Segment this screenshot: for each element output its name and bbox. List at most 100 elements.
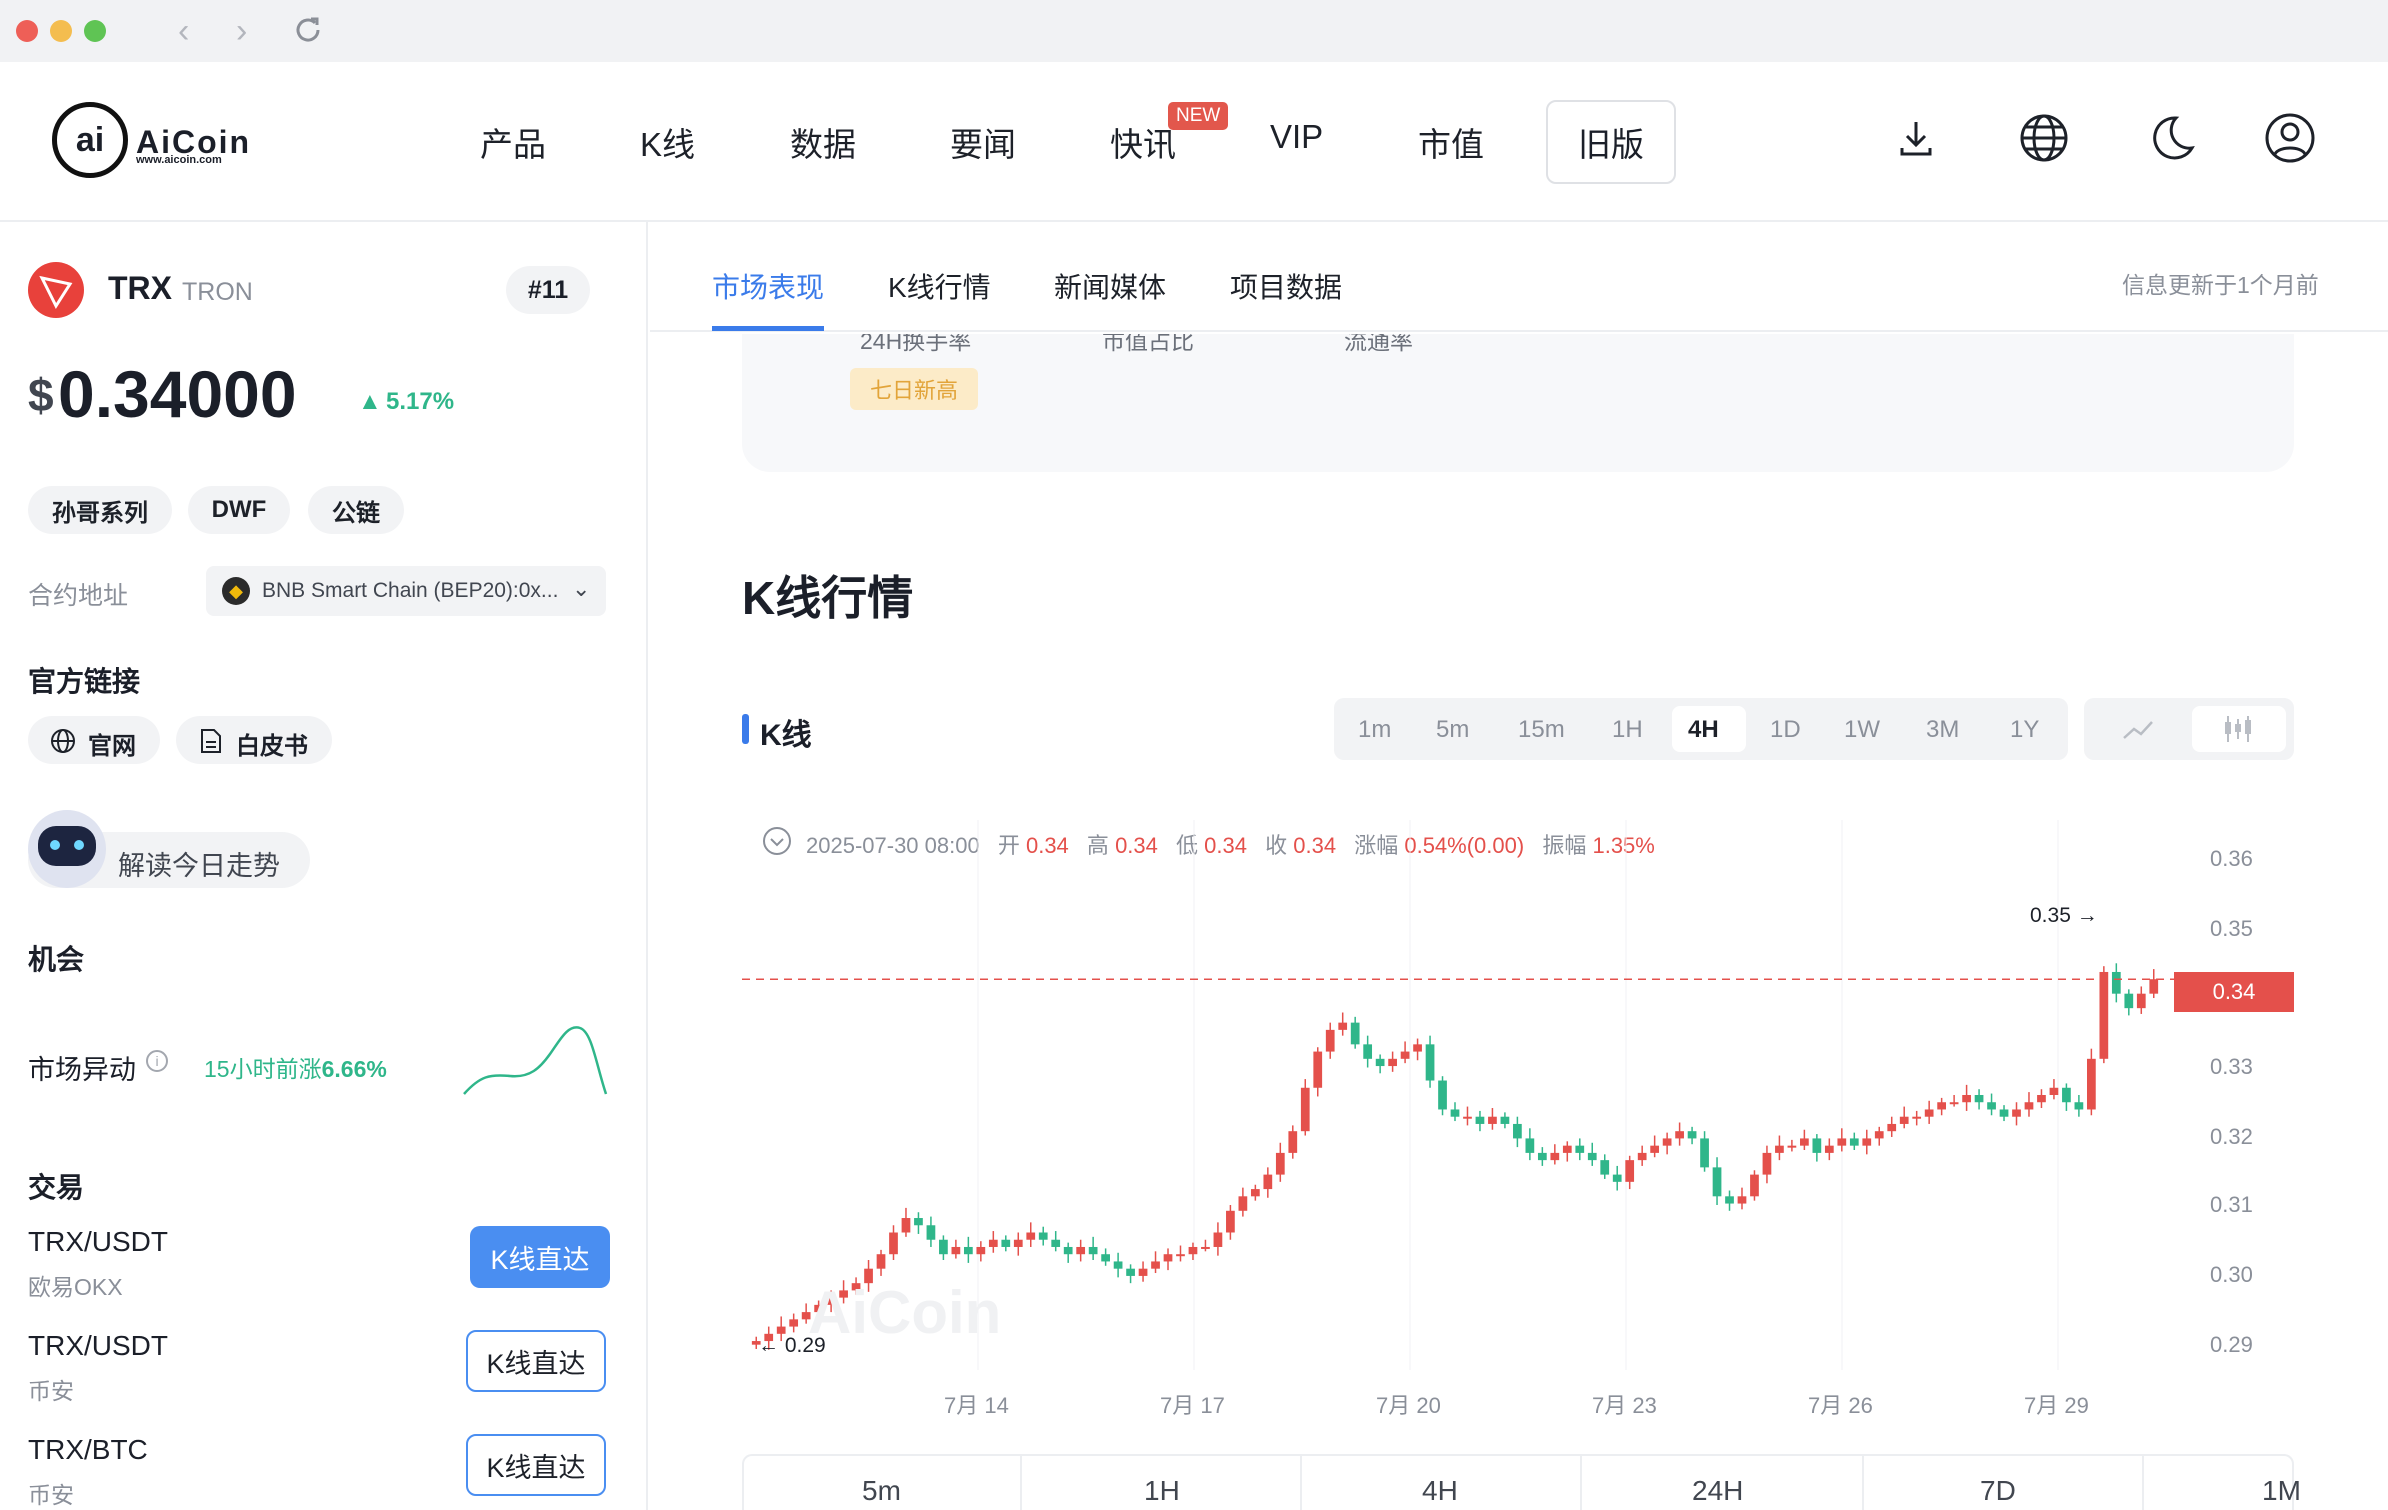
candle-body [1488, 1116, 1497, 1124]
period-24h[interactable]: 24H [1692, 1475, 1743, 1507]
chart-watermark: AiCoin [808, 1279, 1002, 1346]
candle-body [1001, 1239, 1011, 1247]
back-icon[interactable]: ‹ [178, 12, 189, 51]
kline-direct-button-0[interactable]: K线直达 [470, 1226, 610, 1288]
tf-1d[interactable]: 1D [1770, 716, 1801, 744]
tag-dwf[interactable]: DWF [188, 486, 290, 534]
candle-body [1263, 1174, 1273, 1190]
tf-1m[interactable]: 1m [1358, 716, 1391, 744]
info-icon[interactable]: i [146, 1050, 168, 1072]
candle-body [1076, 1246, 1086, 1255]
candle-body [2037, 1095, 2046, 1103]
candle-body [1824, 1145, 1834, 1153]
dark-mode-icon[interactable] [2146, 112, 2198, 164]
trade-exchange-0: 欧易OKX [28, 1274, 123, 1300]
candle-body [1525, 1138, 1535, 1153]
candle-body [1013, 1239, 1023, 1247]
tag-sun-series[interactable]: 孙哥系列 [28, 486, 172, 534]
x-tick-4: 7月 26 [1808, 1393, 1873, 1418]
nav-vip[interactable]: VIP [1270, 118, 1323, 156]
candle-body [1687, 1131, 1697, 1139]
min-price-marker: ← 0.29 [758, 1334, 826, 1357]
candle-body [1700, 1138, 1709, 1168]
nav-flash[interactable]: 快讯 [1110, 118, 1176, 166]
period-1h[interactable]: 1H [1144, 1475, 1180, 1507]
maximize-window-button[interactable] [84, 20, 106, 42]
tf-5m[interactable]: 5m [1436, 716, 1469, 744]
kline-subtitle-bar [742, 714, 749, 744]
close-window-button[interactable] [16, 20, 38, 42]
market-stats-card: 24H换手率 市值占比 流通率 七日新高 [742, 334, 2294, 472]
candle-body [976, 1246, 986, 1255]
trade-exchange-2: 币安 [28, 1482, 74, 1508]
minimize-window-button[interactable] [50, 20, 72, 42]
candle-body [1188, 1246, 1198, 1255]
market-share-label: 市值占比 [1102, 334, 1194, 354]
period-stats-table [742, 1454, 2294, 1510]
trade-title: 交易 [28, 1172, 85, 1203]
nav-products[interactable]: 产品 [480, 118, 546, 166]
candle-body [1275, 1152, 1285, 1175]
user-account-icon[interactable] [2264, 112, 2316, 164]
period-7d[interactable]: 7D [1980, 1475, 2016, 1507]
candle-body [1363, 1044, 1373, 1059]
nav-kline[interactable]: K线 [640, 118, 695, 166]
tf-4h[interactable]: 4H [1688, 716, 1719, 744]
nav-market-cap[interactable]: 市值 [1418, 118, 1484, 166]
document-icon [201, 729, 221, 753]
tf-1w[interactable]: 1W [1844, 716, 1880, 744]
globe-icon[interactable] [2018, 112, 2070, 164]
tf-3m[interactable]: 3M [1926, 716, 1959, 744]
forward-icon[interactable]: › [236, 12, 247, 51]
candle-body [2124, 993, 2134, 1009]
candle-body [776, 1326, 786, 1334]
kline-direct-button-2[interactable]: K线直达 [466, 1434, 606, 1496]
candle-body [1375, 1058, 1385, 1067]
coin-price: 0.34000 [58, 357, 297, 431]
tab-news-media[interactable]: 新闻媒体 [1054, 266, 1166, 306]
tab-project-data[interactable]: 项目数据 [1230, 266, 1342, 306]
tron-coin-icon [28, 262, 84, 318]
x-tick-1: 7月 17 [1160, 1393, 1225, 1418]
tab-market-performance[interactable]: 市场表现 [712, 266, 824, 306]
turnover-label: 24H换手率 [860, 334, 972, 354]
reload-icon[interactable] [292, 14, 324, 46]
candle-body [1862, 1138, 1872, 1146]
kline-direct-button-1[interactable]: K线直达 [466, 1330, 606, 1392]
candle-body [1101, 1254, 1110, 1262]
nav-news[interactable]: 要闻 [950, 118, 1016, 166]
trade-pair-0[interactable]: TRX/USDT [28, 1226, 168, 1258]
tf-1y[interactable]: 1Y [2010, 716, 2039, 744]
trade-pair-1[interactable]: TRX/USDT [28, 1330, 168, 1362]
aicoin-logo-icon[interactable]: ai [52, 102, 128, 178]
price-change: 5.17% [386, 388, 455, 415]
trade-pair-2[interactable]: TRX/BTC [28, 1434, 148, 1466]
candle-body [1550, 1152, 1560, 1161]
line-chart-icon[interactable] [2120, 714, 2156, 744]
candle-body [1912, 1116, 1922, 1119]
official-site-button[interactable]: 官网 [28, 716, 160, 764]
contract-select[interactable]: ◆ BNB Smart Chain (BEP20):0x... ⌄ [206, 566, 606, 616]
tf-1h[interactable]: 1H [1612, 716, 1643, 744]
candle-body [2087, 1058, 2096, 1110]
candle-chart-button[interactable] [2192, 706, 2286, 752]
coin-name: TRON [182, 278, 253, 306]
tag-public-chain[interactable]: 公链 [308, 486, 404, 534]
whitepaper-button[interactable]: 白皮书 [176, 716, 332, 764]
logo-url: www.aicoin.com [136, 154, 222, 166]
period-4h[interactable]: 4H [1422, 1475, 1458, 1507]
old-version-button[interactable]: 旧版 [1546, 100, 1676, 184]
tf-15m[interactable]: 15m [1518, 716, 1565, 744]
candle-body [926, 1225, 936, 1240]
tab-kline[interactable]: K线行情 [888, 266, 991, 306]
market-anomaly-label: 市场异动 [28, 1055, 136, 1085]
download-icon[interactable] [1890, 112, 1942, 164]
candle-body [1176, 1254, 1185, 1257]
period-5m[interactable]: 5m [862, 1475, 901, 1507]
candle-body [1600, 1160, 1610, 1175]
nav-data[interactable]: 数据 [790, 118, 856, 166]
period-1m[interactable]: 1M [2262, 1475, 2301, 1507]
candle-body [1899, 1116, 1909, 1124]
candle-body [1562, 1145, 1572, 1153]
candle-body [1712, 1167, 1722, 1197]
